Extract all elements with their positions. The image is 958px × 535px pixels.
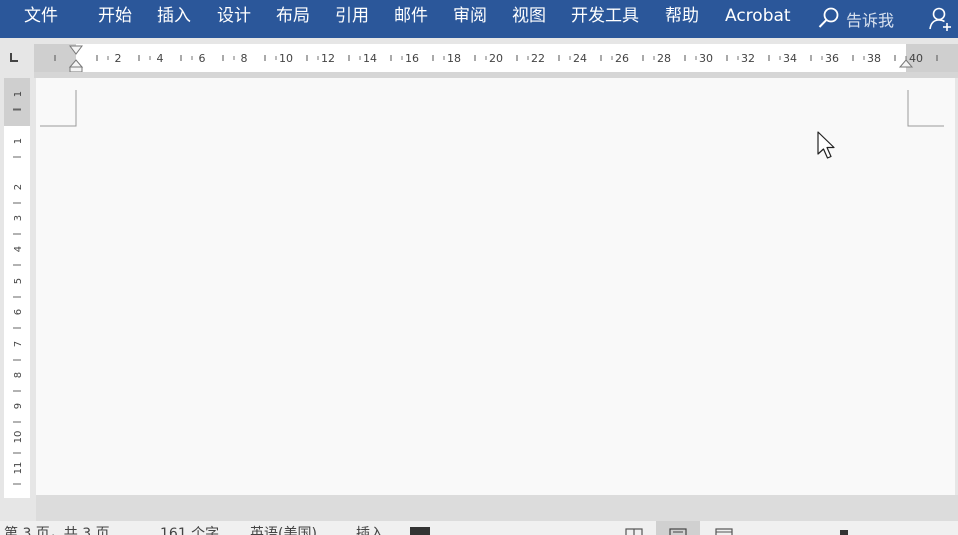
top-right-crop-mark bbox=[907, 90, 944, 127]
tab-help[interactable]: 帮助 bbox=[665, 5, 699, 27]
search-icon[interactable] bbox=[816, 5, 842, 31]
vruler-label: 7 bbox=[13, 341, 24, 347]
vruler-label: 10 bbox=[13, 431, 24, 444]
ruler-label: 30 bbox=[699, 52, 713, 65]
print-layout-button[interactable] bbox=[656, 521, 700, 535]
ruler-label: 18 bbox=[447, 52, 461, 65]
ruler-label: 40 bbox=[909, 52, 923, 65]
ruler-label: 34 bbox=[783, 52, 797, 65]
vruler-label: 3 bbox=[13, 215, 24, 221]
top-margin-shade bbox=[4, 78, 30, 126]
vruler-label: 5 bbox=[13, 278, 24, 284]
page-gap bbox=[36, 495, 958, 521]
ruler-label: 14 bbox=[363, 52, 377, 65]
ruler-label: 32 bbox=[741, 52, 755, 65]
ruler-label: 20 bbox=[489, 52, 503, 65]
horizontal-ruler[interactable]: 2 4 6 8 10 12 14 16 18 20 22 24 26 28 30 32 34 36 38 40 bbox=[34, 44, 958, 72]
ruler-label: 22 bbox=[531, 52, 545, 65]
tab-references[interactable]: 引用 bbox=[335, 5, 369, 27]
tell-me-search[interactable]: 告诉我 bbox=[846, 7, 894, 31]
share-user-icon[interactable] bbox=[926, 4, 954, 32]
vertical-ruler[interactable]: 11234567891011 bbox=[4, 78, 30, 498]
tab-insert[interactable]: 插入 bbox=[157, 5, 191, 27]
page-count-status[interactable]: 第 3 页，共 3 页 bbox=[4, 526, 110, 535]
vruler-label: 6 bbox=[13, 309, 24, 315]
web-layout-icon[interactable] bbox=[714, 528, 734, 535]
tab-selector-icon[interactable] bbox=[4, 49, 22, 67]
ribbon-tab-bar: 文件 开始 插入 设计 布局 引用 邮件 审阅 视图 开发工具 帮助 Acrob… bbox=[0, 0, 958, 38]
print-layout-icon bbox=[669, 528, 687, 535]
mouse-cursor-icon bbox=[817, 131, 835, 159]
vruler-label: 1 bbox=[13, 91, 24, 97]
tab-developer[interactable]: 开发工具 bbox=[571, 5, 639, 27]
ruler-label: 28 bbox=[657, 52, 671, 65]
vruler-label: 4 bbox=[13, 246, 24, 252]
vruler-label: 11 bbox=[13, 462, 24, 475]
insert-mode-status[interactable]: 插入 bbox=[356, 526, 384, 535]
ruler-label: 26 bbox=[615, 52, 629, 65]
ruler-label: 16 bbox=[405, 52, 419, 65]
ruler-label: 8 bbox=[241, 52, 248, 65]
tab-home[interactable]: 开始 bbox=[98, 5, 132, 27]
vruler-label: 1 bbox=[13, 138, 24, 144]
read-mode-icon[interactable] bbox=[624, 528, 644, 535]
vruler-label: 8 bbox=[13, 372, 24, 378]
ruler-label: 24 bbox=[573, 52, 587, 65]
vruler-label: 9 bbox=[13, 403, 24, 409]
ruler-label: 6 bbox=[199, 52, 206, 65]
tab-mailings[interactable]: 邮件 bbox=[394, 5, 428, 27]
ruler-label: 4 bbox=[157, 52, 164, 65]
vruler-label: 2 bbox=[13, 184, 24, 190]
language-status[interactable]: 英语(美国) bbox=[250, 526, 317, 535]
ruler-label: 10 bbox=[279, 52, 293, 65]
tab-file[interactable]: 文件 bbox=[24, 5, 58, 27]
tab-design[interactable]: 设计 bbox=[217, 5, 251, 27]
zoom-slider-thumb[interactable] bbox=[840, 530, 848, 535]
tab-layout[interactable]: 布局 bbox=[276, 5, 310, 27]
ruler-label: 38 bbox=[867, 52, 881, 65]
tab-review[interactable]: 审阅 bbox=[453, 5, 487, 27]
ruler-label: 36 bbox=[825, 52, 839, 65]
tab-acrobat[interactable]: Acrobat bbox=[725, 5, 791, 27]
macro-record-icon[interactable] bbox=[410, 527, 430, 535]
word-count-status[interactable]: 161 个字 bbox=[160, 526, 219, 535]
ruler-label: 12 bbox=[321, 52, 335, 65]
ruler-label: 2 bbox=[115, 52, 122, 65]
status-bar: 第 3 页，共 3 页 161 个字 英语(美国) 插入 bbox=[0, 521, 958, 535]
tab-view[interactable]: 视图 bbox=[512, 5, 546, 27]
top-left-crop-mark bbox=[40, 90, 77, 127]
